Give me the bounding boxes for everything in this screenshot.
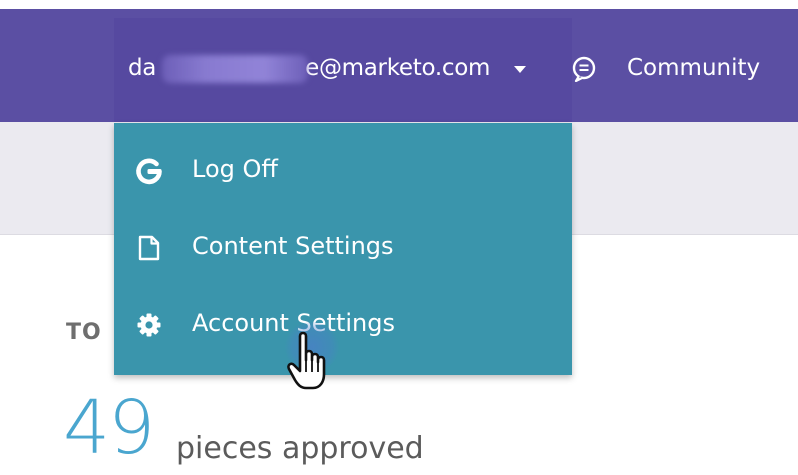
user-email-suffix: e@marketo.com bbox=[305, 55, 491, 81]
chat-bubble-icon[interactable] bbox=[571, 56, 597, 82]
menu-item-content-settings[interactable]: Content Settings bbox=[114, 217, 572, 279]
hand-pointer-cursor-icon bbox=[287, 331, 326, 390]
chevron-down-icon[interactable] bbox=[514, 66, 526, 73]
approved-count: 49 bbox=[63, 385, 155, 471]
section-heading: TO bbox=[66, 320, 102, 345]
approved-caption: pieces approved bbox=[176, 431, 424, 466]
document-icon bbox=[138, 235, 160, 261]
user-email-prefix: da bbox=[128, 55, 157, 81]
menu-item-label: Log Off bbox=[192, 155, 278, 183]
menu-item-account-settings[interactable]: Account Settings bbox=[114, 294, 572, 356]
community-link[interactable]: Community bbox=[627, 55, 760, 81]
menu-item-label: Content Settings bbox=[192, 232, 394, 260]
gear-icon bbox=[137, 313, 161, 337]
page: da e@marketo.com Community TO 49 pieces a… bbox=[0, 0, 798, 475]
menu-item-log-off[interactable]: Log Off bbox=[114, 140, 572, 202]
power-icon bbox=[136, 158, 162, 185]
user-dropdown-menu: Log Off Content Settings Account Setting… bbox=[114, 123, 572, 375]
email-redaction-blur bbox=[162, 55, 308, 83]
